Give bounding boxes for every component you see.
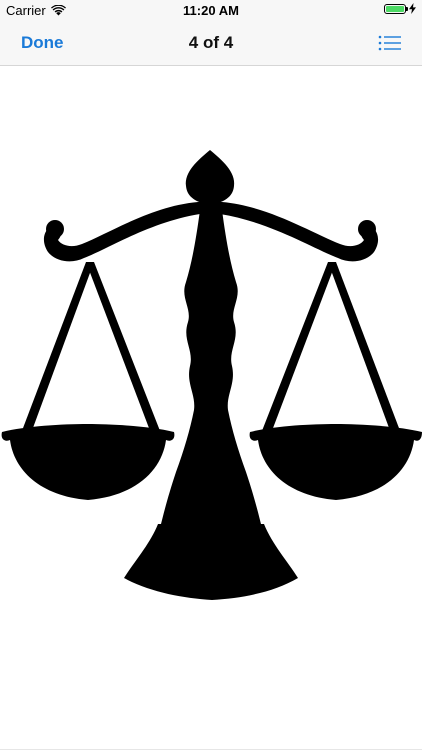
status-time: 11:20 AM <box>183 3 239 18</box>
list-icon[interactable] <box>378 33 402 53</box>
status-bar: Carrier 11:20 AM <box>0 0 422 22</box>
sticker-viewer-screen: Carrier 11:20 AM Done 4 of 4 <box>0 0 422 750</box>
charging-bolt-icon <box>409 3 416 14</box>
battery-icon <box>384 3 408 14</box>
battery-fill <box>386 5 404 12</box>
sticker-content <box>0 66 422 750</box>
done-button[interactable]: Done <box>21 33 64 53</box>
status-right <box>384 3 416 14</box>
scales-of-justice-icon <box>1 150 422 600</box>
navigation-bar: Done 4 of 4 <box>0 22 422 66</box>
